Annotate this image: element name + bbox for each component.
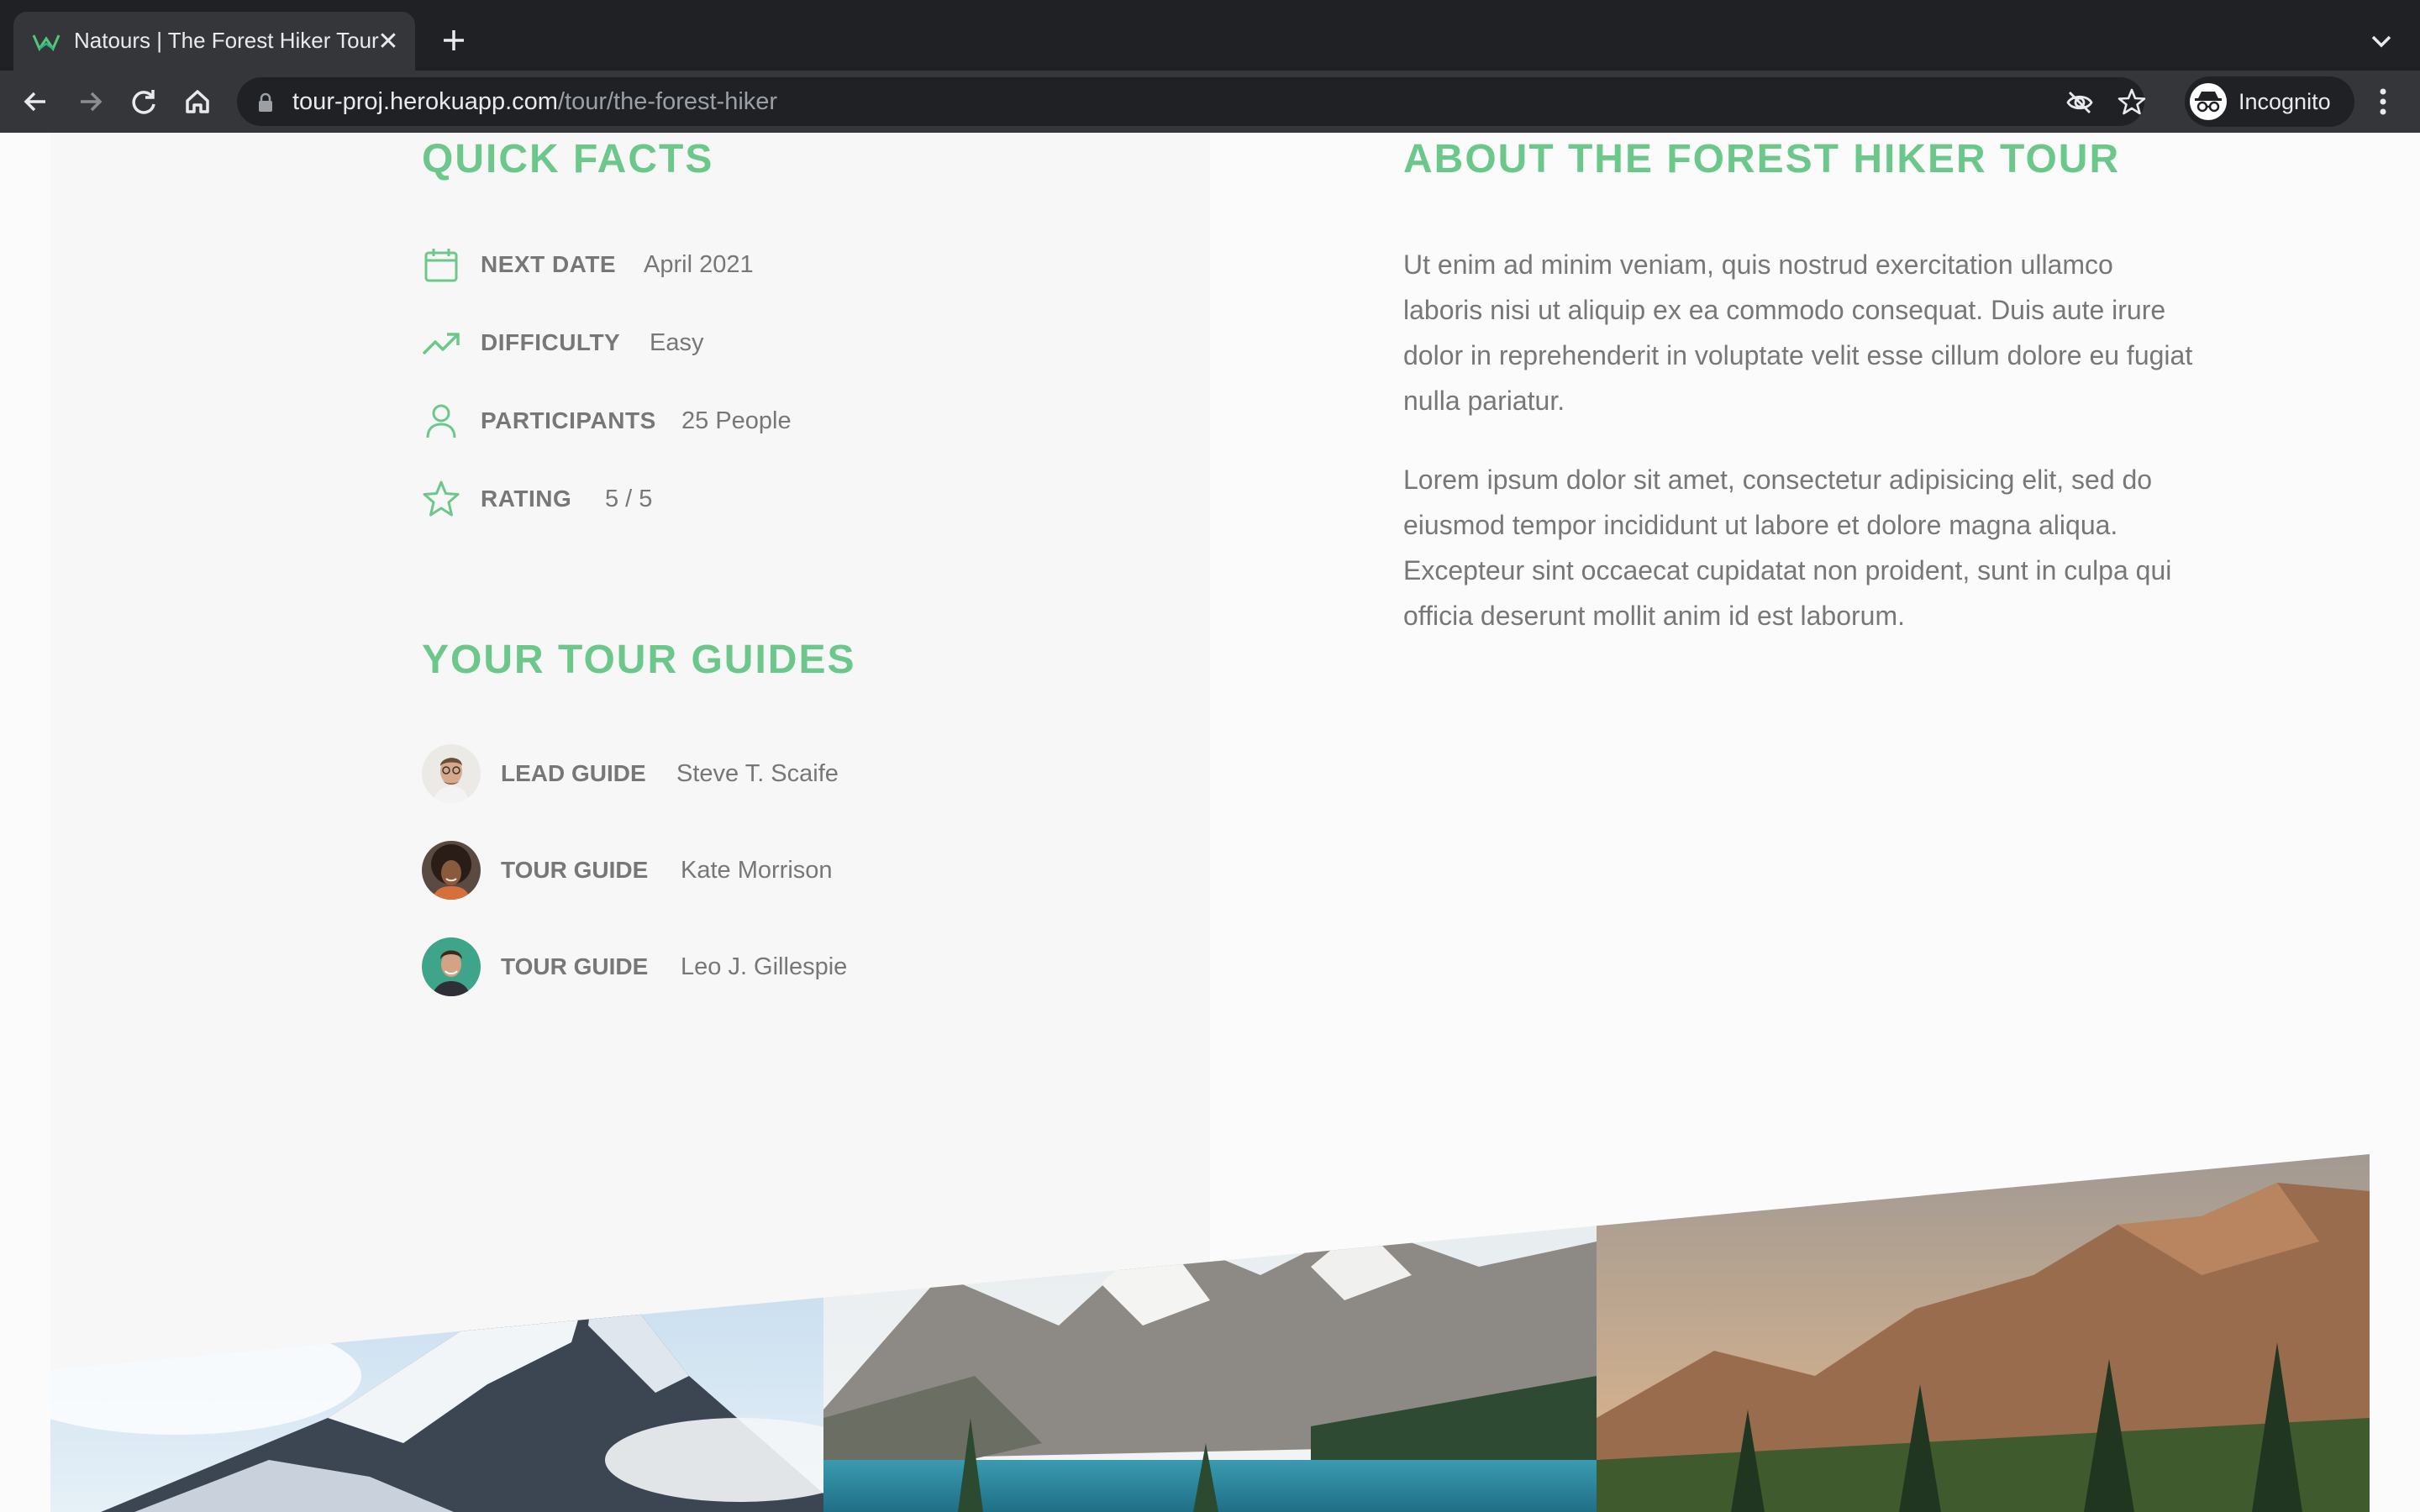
star-icon: [423, 480, 460, 517]
page-content: QUICK FACTS NEXT DATE April 2021 DIFFICU…: [0, 133, 2420, 1512]
tour-pictures: [50, 1154, 2370, 1512]
avatar: [422, 841, 481, 900]
tour-picture-3: [1597, 1154, 2370, 1512]
calendar-icon: [424, 249, 458, 282]
tab-title: Natours | The Forest Hiker Tour: [74, 28, 379, 53]
fact-value: 25 People: [681, 407, 792, 434]
back-arrow-icon[interactable]: [17, 82, 55, 121]
quick-facts-heading: QUICK FACTS: [422, 137, 714, 181]
chevron-down-icon[interactable]: [2366, 29, 2396, 54]
about-paragraph: Ut enim ad minim veniam, quis nostrud ex…: [1403, 249, 2193, 416]
user-icon: [426, 404, 456, 438]
tab-close-icon[interactable]: ✕: [375, 29, 402, 55]
tour-picture-1: [50, 1154, 874, 1512]
address-bar[interactable]: tour-proj.herokuapp.com/tour/the-forest-…: [237, 77, 2146, 126]
browser-tab-bar: Natours | The Forest Hiker Tour ✕: [0, 0, 2420, 71]
trending-up-icon: [422, 333, 460, 355]
guide-name: Kate Morrison: [681, 857, 833, 884]
lock-icon[interactable]: [257, 92, 274, 113]
guide-role: LEAD GUIDE: [501, 760, 646, 786]
avatar: [422, 744, 481, 803]
reload-icon[interactable]: [124, 82, 163, 121]
url-host: tour-proj.herokuapp.com: [292, 88, 558, 115]
fact-value: Easy: [650, 329, 704, 356]
home-icon[interactable]: [178, 82, 217, 121]
fact-label: PARTICIPANTS: [481, 407, 656, 433]
natours-logo-icon: [32, 34, 60, 52]
fact-value: April 2021: [644, 251, 754, 278]
fact-label: RATING: [481, 486, 572, 512]
guide-role: TOUR GUIDE: [501, 953, 649, 979]
incognito-icon: [2190, 83, 2227, 120]
fact-label: NEXT DATE: [481, 251, 617, 277]
incognito-profile-button[interactable]: Incognito: [2185, 76, 2354, 127]
fact-value: 5 / 5: [605, 486, 653, 512]
eye-off-icon[interactable]: [2065, 89, 2094, 116]
incognito-label: Incognito: [2238, 89, 2331, 114]
fact-label: DIFFICULTY: [481, 329, 621, 355]
new-tab-icon[interactable]: [437, 24, 471, 57]
browser-toolbar: tour-proj.herokuapp.com/tour/the-forest-…: [0, 71, 2420, 133]
browser-tab[interactable]: Natours | The Forest Hiker Tour ✕: [13, 12, 415, 71]
forward-arrow-icon[interactable]: [71, 82, 109, 121]
about-paragraph: Lorem ipsum dolor sit amet, consectetur …: [1403, 465, 2172, 631]
guide-name: Steve T. Scaife: [676, 760, 839, 787]
url-path: /tour/the-forest-hiker: [557, 88, 778, 115]
guide-name: Leo J. Gillespie: [681, 953, 848, 980]
url-text[interactable]: tour-proj.herokuapp.com/tour/the-forest-…: [292, 88, 777, 116]
guide-role: TOUR GUIDE: [501, 857, 649, 883]
more-vert-icon[interactable]: [2368, 84, 2398, 119]
tour-picture-2: [823, 1154, 1597, 1512]
tour-guides-heading: YOUR TOUR GUIDES: [422, 638, 856, 682]
bookmark-star-icon[interactable]: [2118, 87, 2146, 116]
avatar: [422, 937, 481, 996]
about-heading: ABOUT THE FOREST HIKER TOUR: [1403, 137, 2121, 181]
